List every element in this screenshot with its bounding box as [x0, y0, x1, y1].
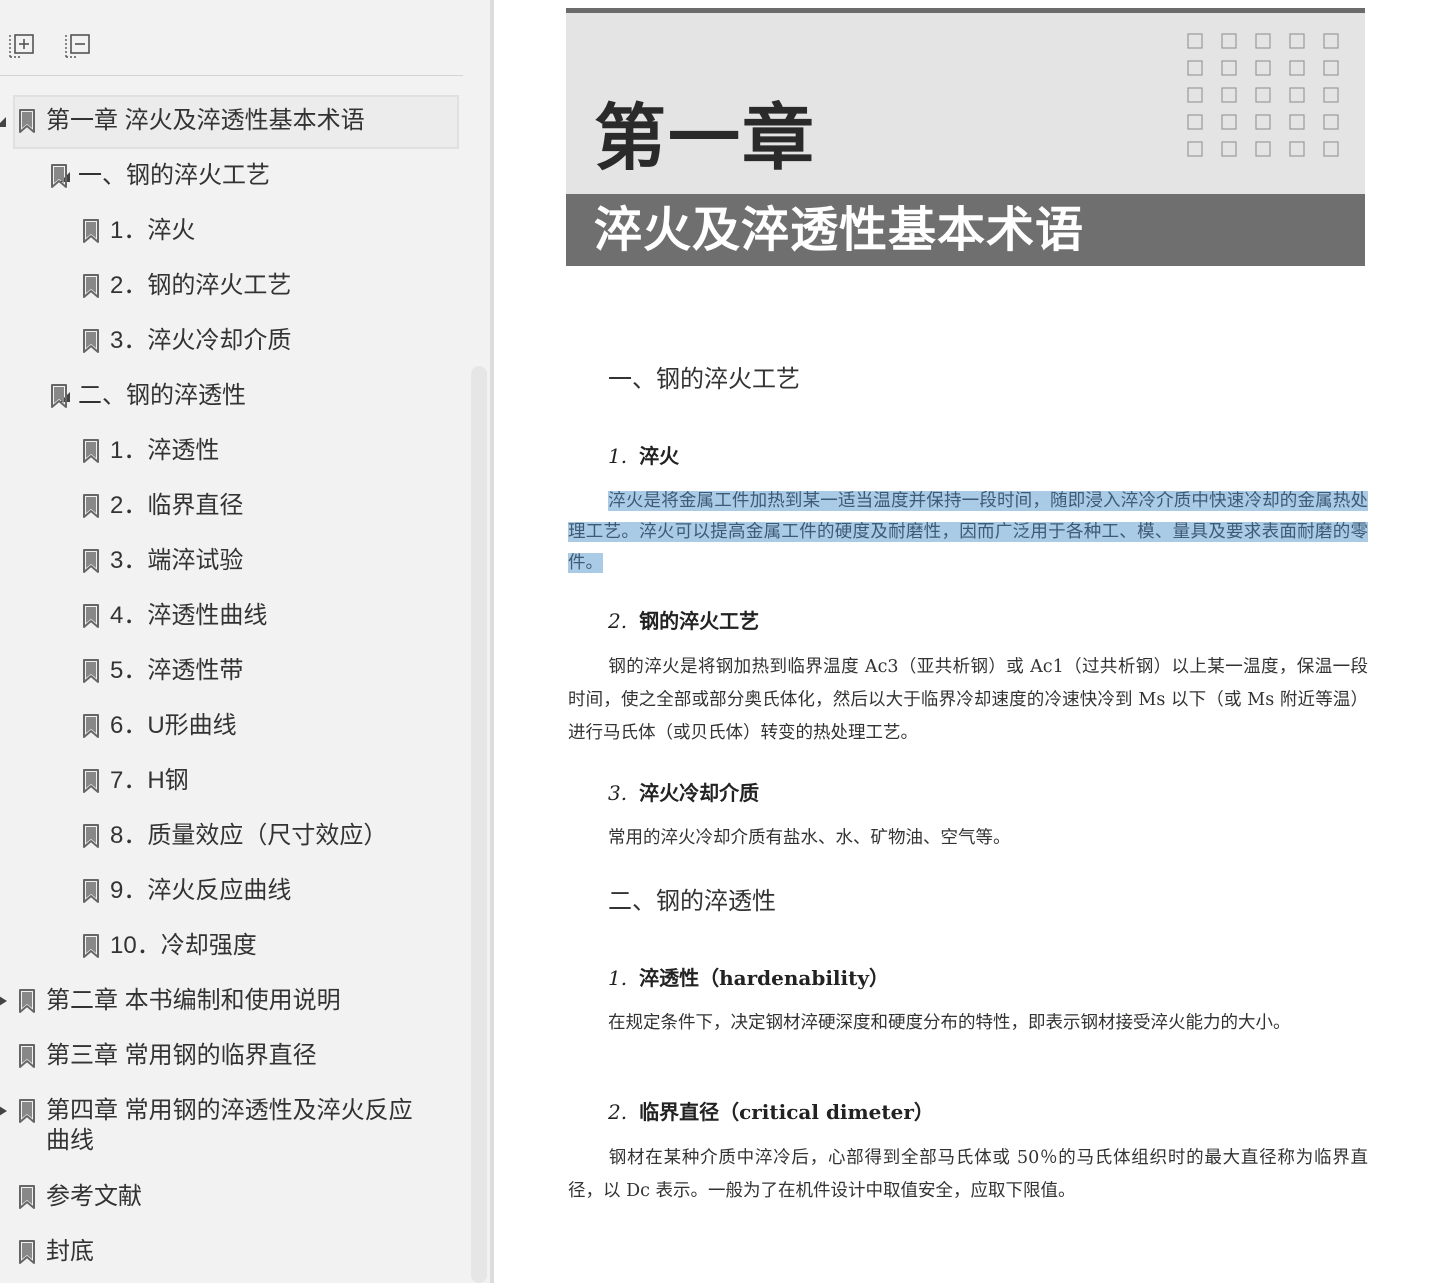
bookmark-icon [83, 329, 99, 353]
bookmark-label: 第三章 常用钢的临界直径 [46, 1042, 317, 1069]
subsection-heading: 3. 淬火冷却介质 [608, 781, 760, 805]
bookmark-icon [83, 879, 99, 903]
bookmark-item[interactable]: 1．淬透性 [0, 425, 470, 480]
bookmark-item[interactable]: 10．冷却强度 [0, 920, 470, 975]
sidebar-toolbar [0, 0, 490, 76]
expand-all-icon [9, 34, 34, 58]
collapse-all-button[interactable] [62, 30, 92, 60]
expand-all-button[interactable] [6, 30, 36, 60]
bookmark-icon [83, 219, 99, 243]
paragraph: 钢材在某种介质中淬冷后，心部得到全部马氏体或 50％的马氏体组织时的最大直径称为… [568, 1148, 1368, 1201]
bookmark-item[interactable]: 封底 [0, 1226, 470, 1281]
bookmark-icon [83, 274, 99, 298]
caret-expanded-icon[interactable] [0, 116, 8, 128]
bookmark-item[interactable]: 2．临界直径 [0, 480, 470, 535]
bookmark-icon [83, 769, 99, 793]
subsection-heading: 1. 淬透性（hardenability） [608, 966, 889, 990]
bookmark-label: 一、钢的淬火工艺 [78, 162, 270, 189]
bookmark-item[interactable]: 第一章 淬火及淬透性基本术语 [0, 95, 470, 150]
sidebar-scrollbar[interactable] [471, 366, 487, 1283]
bookmark-sidebar: 第一章 淬火及淬透性基本术语一、钢的淬火工艺 1．淬火 2．钢的淬火工艺 3．淬火冷却… [0, 0, 490, 1283]
caret-collapsed-icon[interactable] [0, 995, 10, 1007]
bookmark-icon [83, 439, 99, 463]
bookmark-label: 2．钢的淬火工艺 [110, 272, 292, 299]
chapter-title: 淬火及淬透性基本术语 [594, 202, 1085, 258]
bookmark-label: 8．质量效应（尺寸效应） [110, 822, 388, 849]
bookmark-label: 第二章 本书编制和使用说明 [46, 987, 341, 1014]
paragraph: 钢的淬火是将钢加热到临界温度 Ac3（亚共析钢）或 Ac1（过共析钢）以上某一温… [568, 657, 1368, 743]
subsection-heading: 1. 淬火 [608, 444, 680, 468]
bookmark-item[interactable]: 6．U形曲线 [0, 700, 470, 755]
bookmark-label: 1．淬火 [110, 217, 196, 244]
section-heading: 二、钢的淬透性 [608, 887, 776, 915]
bookmark-icon [83, 714, 99, 738]
bookmark-icon [19, 1240, 35, 1264]
bookmark-icon [51, 164, 67, 188]
bookmark-label: 3．淬火冷却介质 [110, 327, 292, 354]
bookmark-label: 1．淬透性 [110, 437, 220, 464]
bookmark-item[interactable]: 3．淬火冷却介质 [0, 315, 470, 370]
bookmark-item[interactable]: 5．淬透性带 [0, 645, 470, 700]
paragraph-selected[interactable]: 淬火是将金属工件加热到某一适当温度并保持一段时间，随即浸入淬冷介质中快速冷却的金… [568, 486, 1368, 579]
subsection-heading: 2. 临界直径（critical dimeter） [608, 1100, 934, 1124]
bookmark-item[interactable]: 8．质量效应（尺寸效应） [0, 810, 470, 865]
collapse-all-icon [65, 34, 90, 58]
paragraph: 常用的淬火冷却介质有盐水、水、矿物油、空气等。 [608, 828, 1011, 848]
bookmark-icon [19, 1044, 35, 1068]
bookmark-label: 5．淬透性带 [110, 657, 244, 684]
bookmark-item[interactable]: 第二章 本书编制和使用说明 [0, 975, 470, 1030]
bookmark-label: 参考文献 [46, 1183, 142, 1210]
bookmark-label: 封底 [46, 1238, 94, 1265]
bookmark-icon [83, 549, 99, 573]
bookmark-icon [19, 1099, 35, 1123]
bookmark-item[interactable]: 3．端淬试验 [0, 535, 470, 590]
section-heading: 一、钢的淬火工艺 [608, 365, 800, 393]
bookmark-item[interactable]: 9．淬火反应曲线 [0, 865, 470, 920]
bookmark-icon [83, 494, 99, 518]
bookmark-label: 第四章 常用钢的淬透性及淬火反应曲线 [46, 1097, 413, 1154]
bookmark-item[interactable]: 参考文献 [0, 1171, 470, 1226]
paragraph: 在规定条件下，决定钢材淬硬深度和硬度分布的特性，即表示钢材接受淬火能力的大小。 [608, 1013, 1291, 1033]
bookmark-icon [19, 109, 35, 133]
bookmark-icon [83, 659, 99, 683]
bookmark-label: 6．U形曲线 [110, 712, 237, 739]
bookmark-item[interactable]: 第三章 常用钢的临界直径 [0, 1030, 470, 1085]
bookmark-label: 二、钢的淬透性 [78, 382, 246, 409]
bookmark-item[interactable]: 第四章 常用钢的淬透性及淬火反应曲线 [0, 1085, 470, 1171]
bookmark-label: 9．淬火反应曲线 [110, 877, 292, 904]
bookmark-label: 3．端淬试验 [110, 547, 244, 574]
bookmark-item[interactable]: 7．H钢 [0, 755, 470, 810]
bookmark-item[interactable]: 1．淬火 [0, 205, 470, 260]
bookmark-item[interactable]: 4．淬透性曲线 [0, 590, 470, 645]
bookmark-icon [51, 384, 67, 408]
bookmark-icon [19, 1185, 35, 1209]
chapter-number: 第一章 [594, 96, 817, 180]
bookmark-item[interactable]: 二、钢的淬透性 [0, 370, 470, 425]
bookmark-label: 7．H钢 [110, 767, 189, 794]
subsection-heading: 2. 钢的淬火工艺 [608, 609, 760, 633]
bookmark-icon [83, 934, 99, 958]
bookmark-icon [83, 604, 99, 628]
bookmark-label: 第一章 淬火及淬透性基本术语 [46, 107, 365, 134]
document-page: 第一章 淬火及淬透性基本术语 一、钢的淬火工艺 1. 淬火 淬火是将金属工件加热到… [494, 0, 1442, 1283]
bookmark-label: 10．冷却强度 [110, 932, 257, 959]
bookmark-item[interactable]: 一、钢的淬火工艺 [0, 150, 470, 205]
decorative-grid-icon [1187, 33, 1339, 157]
bookmark-item[interactable]: 2．钢的淬火工艺 [0, 260, 470, 315]
selected-text[interactable]: 淬火是将金属工件加热到某一适当温度并保持一段时间，随即浸入淬冷介质中快速冷却的金… [568, 491, 1368, 573]
toolbar-divider [0, 75, 463, 76]
bookmark-icon [83, 824, 99, 848]
bookmark-label: 2．临界直径 [110, 492, 244, 519]
bookmark-icon [19, 989, 35, 1013]
caret-collapsed-icon[interactable] [0, 1105, 10, 1117]
bookmark-label: 4．淬透性曲线 [110, 602, 268, 629]
bookmark-outline: 第一章 淬火及淬透性基本术语一、钢的淬火工艺 1．淬火 2．钢的淬火工艺 3．淬火冷却… [0, 95, 470, 1281]
